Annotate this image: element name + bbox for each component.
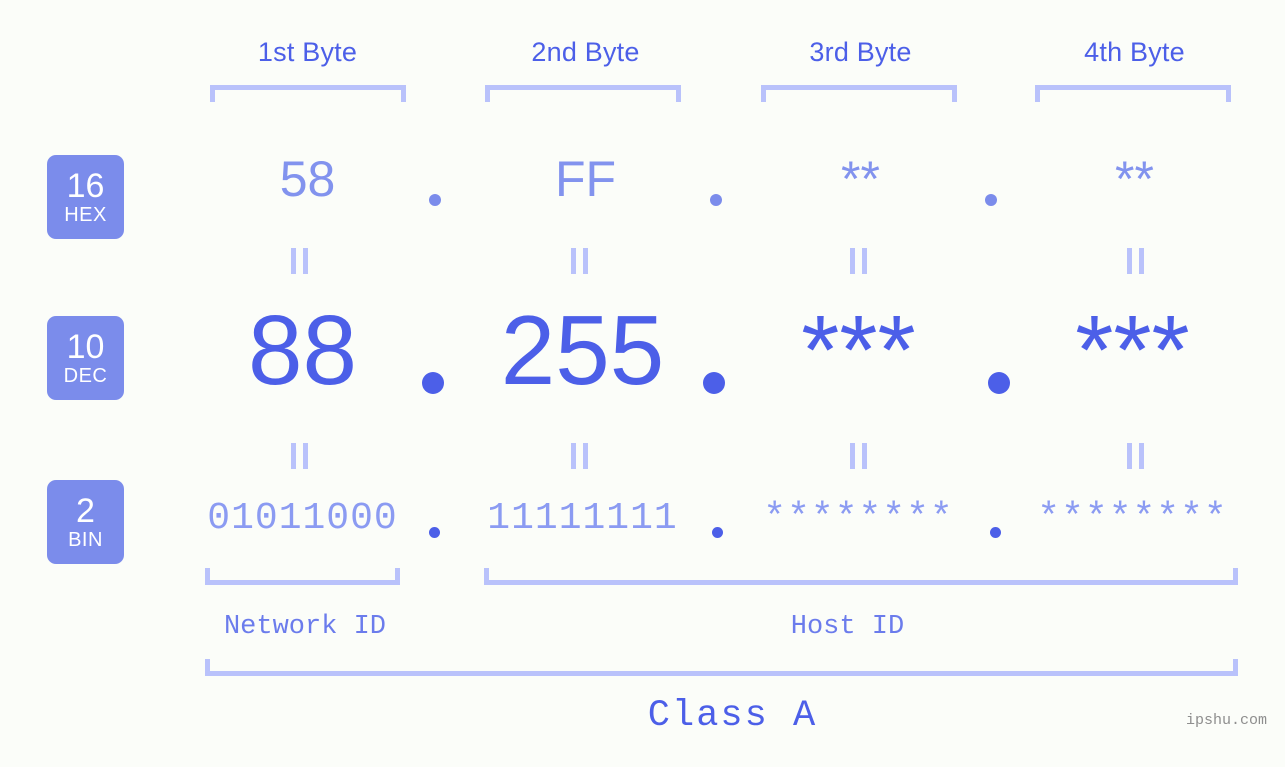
equals-mark-hex-dec-3 <box>850 248 869 274</box>
bin-byte-4: ******** <box>1037 497 1228 540</box>
network-id-label: Network ID <box>223 612 387 642</box>
bin-byte-3: ******** <box>763 497 954 540</box>
radix-name-dec: DEC <box>63 365 108 387</box>
class-bracket <box>205 659 1238 676</box>
dec-dot-1 <box>422 372 444 394</box>
hex-byte-4: ** <box>1115 151 1154 207</box>
network-id-bracket <box>205 568 400 585</box>
bin-dot-2 <box>712 527 723 538</box>
hex-byte-1: 58 <box>279 151 336 207</box>
equals-mark-hex-dec-2 <box>571 248 590 274</box>
ip-breakdown-diagram: 1st Byte 2nd Byte 3rd Byte 4th Byte 16 H… <box>0 0 1285 767</box>
equals-mark-dec-bin-1 <box>291 443 310 469</box>
bin-dot-1 <box>429 527 440 538</box>
radix-badge-hex: 16 HEX <box>47 155 124 239</box>
equals-mark-dec-bin-3 <box>850 443 869 469</box>
byte-bracket-1 <box>210 85 406 102</box>
byte-header-2: 2nd Byte <box>531 37 640 67</box>
dec-byte-4: *** <box>1075 295 1190 405</box>
bin-byte-2: 11111111 <box>487 497 678 540</box>
radix-base-bin: 2 <box>76 492 95 530</box>
site-watermark: ipshu.com <box>1185 712 1267 729</box>
radix-badge-dec: 10 DEC <box>47 316 124 400</box>
host-id-bracket <box>484 568 1238 585</box>
byte-bracket-3 <box>761 85 957 102</box>
radix-badge-bin: 2 BIN <box>47 480 124 564</box>
dec-dot-2 <box>703 372 725 394</box>
radix-base-dec: 10 <box>66 328 105 366</box>
hex-byte-3: ** <box>841 151 880 207</box>
dec-byte-3: *** <box>801 295 916 405</box>
hex-dot-3 <box>985 194 997 206</box>
equals-mark-hex-dec-4 <box>1127 248 1146 274</box>
equals-mark-dec-bin-2 <box>571 443 590 469</box>
byte-header-1: 1st Byte <box>257 37 358 67</box>
byte-bracket-4 <box>1035 85 1231 102</box>
hex-dot-2 <box>710 194 722 206</box>
bin-byte-1: 01011000 <box>207 497 398 540</box>
radix-name-hex: HEX <box>64 204 107 226</box>
bin-dot-3 <box>990 527 1001 538</box>
hex-dot-1 <box>429 194 441 206</box>
byte-header-3: 3rd Byte <box>809 37 912 67</box>
class-label: Class A <box>647 695 818 737</box>
host-id-label: Host ID <box>790 612 905 642</box>
dec-byte-2: 255 <box>500 295 665 405</box>
hex-byte-2: FF <box>554 151 617 207</box>
equals-mark-dec-bin-4 <box>1127 443 1146 469</box>
byte-bracket-2 <box>485 85 681 102</box>
radix-base-hex: 16 <box>66 167 105 205</box>
equals-mark-hex-dec-1 <box>291 248 310 274</box>
radix-name-bin: BIN <box>68 529 103 551</box>
dec-byte-1: 88 <box>247 295 357 405</box>
byte-header-4: 4th Byte <box>1084 37 1185 67</box>
